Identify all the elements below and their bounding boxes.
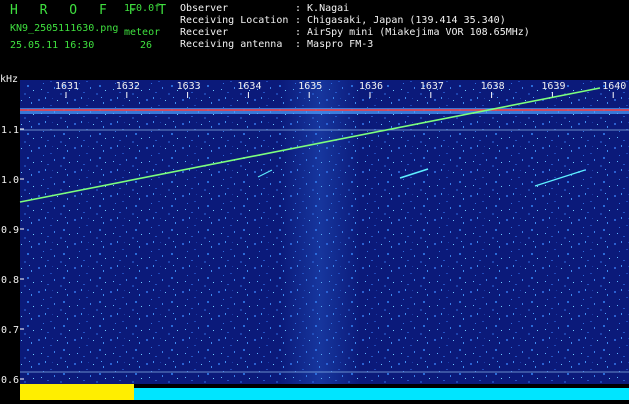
info-label-receiver: Receiver	[180, 27, 229, 38]
spectrogram-svg: 1.11.00.90.80.70.6 1631 1632 1633 1634 1635 1…	[0, 72, 629, 400]
info-label-antenna: Receiving antenna	[180, 39, 283, 50]
x-tick-label: 1638	[481, 81, 505, 92]
footer-margin	[0, 384, 20, 400]
meteor-label: meteor	[124, 27, 161, 38]
x-tick-label: 1636	[359, 81, 383, 92]
x-tick-label: 1631	[55, 81, 79, 92]
file-name: KN9_2505111630.png	[10, 23, 119, 34]
x-tick-label: 1634	[237, 81, 261, 92]
info-value-observer: : K.Nagai	[295, 3, 350, 14]
info-label-location: Receiving Location	[180, 15, 289, 26]
y-tick-label: 0.8	[1, 275, 19, 286]
x-tick-label: 1639	[541, 81, 565, 92]
footer-cyan-bar	[134, 388, 629, 400]
info-label-observer: Observer	[180, 3, 229, 14]
y-axis-unit: kHz	[0, 74, 18, 85]
app-version: 1.0.0f	[124, 3, 161, 14]
x-tick-label: 1632	[116, 81, 140, 92]
x-tick-label: 1640	[602, 81, 626, 92]
y-tick-label: 1.0	[1, 175, 19, 186]
x-tick-label: 1635	[298, 81, 322, 92]
y-tick-label: 0.7	[1, 325, 19, 336]
x-tick-label: 1637	[420, 81, 444, 92]
y-tick-label: 0.9	[1, 225, 19, 236]
header-panel: H R O F F T 1.0.0f KN9_2505111630.png me…	[0, 0, 629, 72]
spectrogram-area: 1.1 1.0 0.9 0.8 0.7 0.6 1631 1632 1633 1634 1635 1…	[0, 72, 629, 400]
footer-yellow-bar	[20, 384, 134, 400]
y-tick-label: 1.1	[1, 125, 19, 136]
noise-band	[280, 80, 360, 384]
info-value-location: : Chigasaki, Japan (139.414 35.340)	[295, 15, 506, 26]
carrier-band-glow	[20, 108, 629, 114]
meteor-count: 26	[140, 40, 153, 51]
x-tick-label: 1633	[177, 81, 201, 92]
info-value-antenna: : Maspro FM-3	[295, 39, 374, 50]
info-value-receiver: : AirSpy mini (Miakejima VOR 108.65MHz)	[295, 27, 530, 38]
capture-datetime: 25.05.11 16:30	[10, 40, 95, 51]
